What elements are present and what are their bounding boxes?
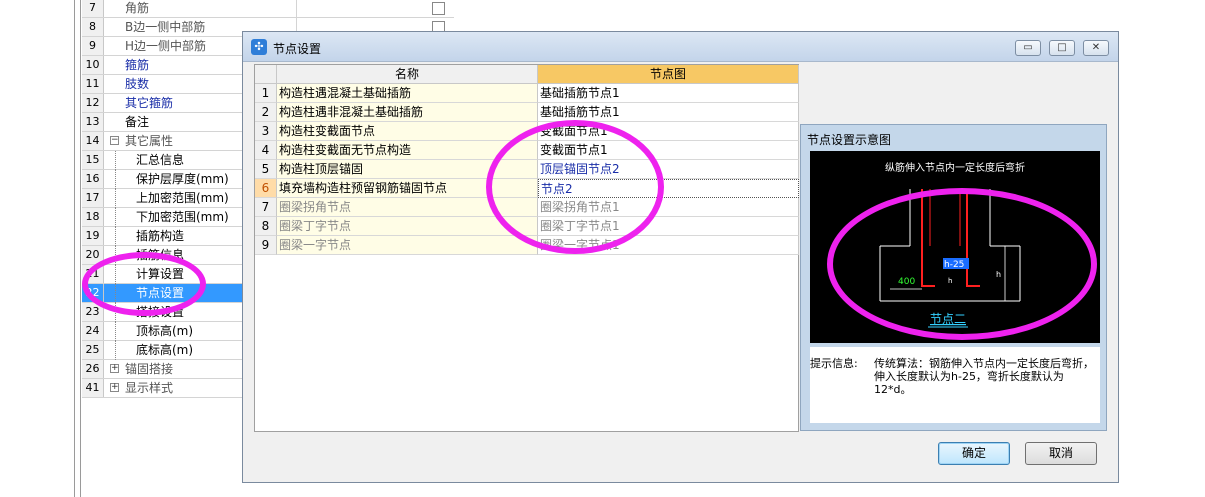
column-header-node[interactable]: 节点图 bbox=[538, 65, 799, 84]
table-row[interactable]: 1 构造柱遇混凝土基础插筋 基础插筋节点1 bbox=[255, 84, 799, 103]
property-name: 备注 bbox=[125, 115, 150, 129]
row-number: 2 bbox=[255, 103, 277, 122]
restore-button[interactable]: □ bbox=[1049, 40, 1075, 56]
property-name: H边一侧中部筋 bbox=[125, 39, 207, 53]
column-header-name[interactable]: 名称 bbox=[277, 65, 538, 84]
tree-connector bbox=[115, 208, 116, 227]
close-icon: ✕ bbox=[1091, 42, 1101, 53]
dialog-titlebar[interactable]: ✣ 节点设置 ▭ □ ✕ bbox=[243, 32, 1118, 62]
property-row-number: 11 bbox=[82, 75, 104, 93]
row-number: 8 bbox=[255, 217, 277, 236]
tree-connector bbox=[115, 341, 116, 360]
property-row-number: 9 bbox=[82, 37, 104, 55]
row-name-cell: 构造柱变截面节点 bbox=[277, 122, 538, 141]
minimize-button[interactable]: ▭ bbox=[1015, 40, 1041, 56]
row-number: 7 bbox=[255, 198, 277, 217]
table-row[interactable]: 2 构造柱遇非混凝土基础插筋 基础插筋节点1 bbox=[255, 103, 799, 122]
collapse-icon[interactable]: − bbox=[110, 136, 119, 145]
property-row-number: 7 bbox=[82, 0, 104, 17]
tree-connector bbox=[115, 227, 116, 246]
row-number: 3 bbox=[255, 122, 277, 141]
property-name: 顶标高(m) bbox=[136, 324, 194, 338]
row-number: 9 bbox=[255, 236, 277, 255]
row-name-cell: 构造柱遇混凝土基础插筋 bbox=[277, 84, 538, 103]
property-checkbox[interactable] bbox=[432, 2, 445, 15]
corner-header bbox=[255, 65, 277, 84]
property-name: 其它属性 bbox=[125, 134, 174, 148]
property-name: 保护层厚度(mm) bbox=[136, 172, 229, 186]
property-name: 底标高(m) bbox=[136, 343, 194, 357]
property-row-number: 18 bbox=[82, 208, 104, 226]
app-icon: ✣ bbox=[251, 39, 267, 55]
property-name: 上加密范围(mm) bbox=[136, 191, 229, 205]
row-node-cell[interactable]: 基础插筋节点1 bbox=[538, 84, 799, 103]
cancel-button[interactable]: 取消 bbox=[1025, 442, 1097, 465]
ok-button[interactable]: 确定 bbox=[938, 442, 1010, 465]
hint-label: 提示信息: bbox=[810, 357, 858, 370]
property-row-number: 17 bbox=[82, 189, 104, 207]
row-number: 6 bbox=[255, 179, 277, 198]
property-value[interactable] bbox=[296, 0, 428, 17]
expand-icon[interactable]: + bbox=[110, 364, 119, 373]
property-name: 角筋 bbox=[125, 1, 150, 15]
property-name: B边一侧中部筋 bbox=[125, 20, 206, 34]
property-row-number: 41 bbox=[82, 379, 104, 397]
property-name: 肢数 bbox=[125, 77, 150, 91]
annotation-ellipse-left bbox=[82, 252, 206, 316]
row-name-cell: 圈梁一字节点 bbox=[277, 236, 538, 255]
restore-icon: □ bbox=[1057, 42, 1067, 53]
property-row-number: 25 bbox=[82, 341, 104, 359]
expand-icon[interactable]: + bbox=[110, 383, 119, 392]
property-row-number: 26 bbox=[82, 360, 104, 378]
tree-connector bbox=[115, 151, 116, 170]
property-name: 汇总信息 bbox=[136, 153, 185, 167]
property-row-number: 13 bbox=[82, 113, 104, 131]
diagram-caption: 纵筋伸入节点内一定长度后弯折 bbox=[885, 161, 1025, 174]
row-name-cell: 构造柱遇非混凝土基础插筋 bbox=[277, 103, 538, 122]
property-row-number: 15 bbox=[82, 151, 104, 169]
property-name: 箍筋 bbox=[125, 58, 150, 72]
property-name: 显示样式 bbox=[125, 381, 174, 395]
tree-connector bbox=[115, 189, 116, 208]
property-name: 插筋构造 bbox=[136, 229, 185, 243]
property-row[interactable]: 7 角筋 bbox=[82, 0, 454, 18]
dialog-title: 节点设置 bbox=[273, 42, 322, 56]
hint-text: 传统算法：钢筋伸入节点内一定长度后弯折，伸入长度默认为h-25，弯折长度默认为1… bbox=[874, 357, 1094, 396]
row-number: 5 bbox=[255, 160, 277, 179]
property-row-number: 24 bbox=[82, 322, 104, 340]
property-name: 下加密范围(mm) bbox=[136, 210, 229, 224]
property-row-number: 12 bbox=[82, 94, 104, 112]
node-table: 名称 节点图 1 构造柱遇混凝土基础插筋 基础插筋节点1 2 构造柱遇非混凝土基础插筋基… bbox=[254, 64, 799, 432]
property-row-number: 14 bbox=[82, 132, 104, 150]
minimize-icon: ▭ bbox=[1023, 42, 1033, 53]
row-number: 1 bbox=[255, 84, 277, 103]
property-row-number: 16 bbox=[82, 170, 104, 188]
property-name: 其它箍筋 bbox=[125, 96, 174, 110]
annotation-ellipse-right bbox=[827, 188, 1097, 340]
property-row-number: 10 bbox=[82, 56, 104, 74]
hint-box: 提示信息: 传统算法：钢筋伸入节点内一定长度后弯折，伸入长度默认为h-25，弯折… bbox=[810, 347, 1100, 423]
property-name: 锚固搭接 bbox=[125, 362, 174, 376]
property-row-number: 8 bbox=[82, 18, 104, 36]
row-number: 4 bbox=[255, 141, 277, 160]
property-row-number: 19 bbox=[82, 227, 104, 245]
preview-title: 节点设置示意图 bbox=[807, 133, 892, 147]
tree-connector bbox=[115, 322, 116, 341]
tree-connector bbox=[115, 170, 116, 189]
annotation-ellipse-middle bbox=[486, 120, 664, 254]
close-button[interactable]: ✕ bbox=[1083, 40, 1109, 56]
